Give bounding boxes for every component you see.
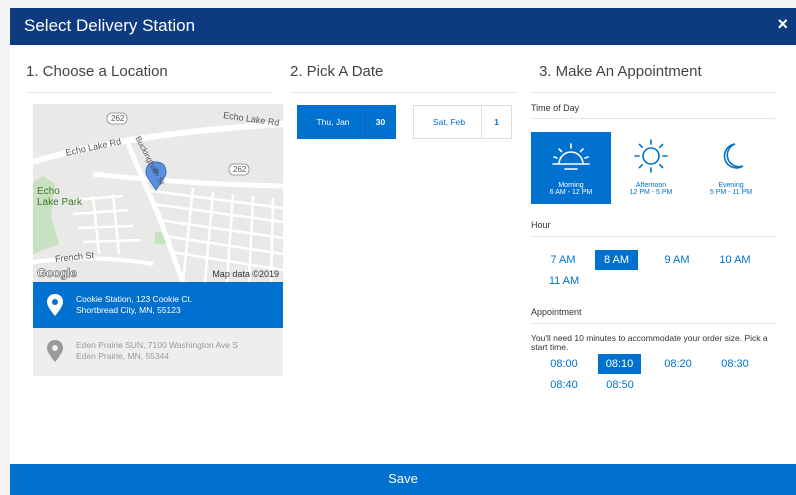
moon-icon: [723, 143, 744, 169]
appointment-note: You'll need 10 minutes to accommodate yo…: [531, 333, 768, 352]
location-address-line1: Eden Prairie SUN, 7100 Washington Ave S: [76, 340, 239, 350]
modal-title: Select Delivery Station: [24, 16, 196, 35]
time-slot-0800[interactable]: 08:00: [545, 354, 583, 374]
time-slot-0850[interactable]: 08:50: [601, 375, 639, 395]
map-credit[interactable]: Map data ©2019: [212, 269, 279, 279]
date-label: Thu, Jan: [316, 117, 350, 127]
hour-divider: [531, 236, 775, 237]
map-pin-icon: [47, 340, 63, 362]
hour-heading: Hour: [531, 220, 551, 230]
location-address-line2: Shortbread City, MN, 55123: [76, 305, 181, 315]
park-label-line2: Lake Park: [37, 197, 83, 208]
hour-option-7am[interactable]: 7 AM: [543, 250, 583, 270]
time-slot-0820[interactable]: 08:20: [659, 354, 697, 374]
hour-option-8am[interactable]: 8 AM: [595, 250, 638, 270]
date-day: 30: [365, 106, 395, 138]
route-262-label: 262: [233, 165, 247, 174]
date-label: Sat, Feb: [432, 117, 466, 127]
date-option-sat-feb-1[interactable]: Sat, Feb 1: [413, 105, 512, 139]
date-day: 1: [481, 106, 511, 138]
date-divider: [290, 92, 516, 93]
pick-date-heading: 2. Pick A Date: [290, 63, 384, 80]
time-of-day-range: 12 PM - 5 PM: [629, 189, 673, 196]
time-of-day-range: 5 PM - 11 PM: [709, 189, 753, 196]
time-of-day-divider: [531, 118, 775, 119]
park-label-line1: Echo: [37, 186, 60, 197]
location-address-line2: Eden Prairie, MN, 55344: [76, 351, 170, 361]
time-of-day-range: 6 AM - 12 PM: [549, 189, 593, 196]
sun-icon: [634, 139, 668, 173]
time-of-day-morning[interactable]: Morning 6 AM - 12 PM: [531, 132, 611, 204]
close-icon[interactable]: ×: [777, 14, 788, 35]
appointment-divider: [531, 323, 775, 324]
time-of-day-afternoon[interactable]: Afternoon 12 PM - 5 PM: [611, 132, 691, 204]
hour-option-11am[interactable]: 11 AM: [543, 271, 585, 291]
route-262-label: 262: [111, 114, 125, 123]
location-address: Cookie Station, 123 Cookie Ct. Shortbrea…: [76, 294, 192, 316]
delivery-station-modal: Select Delivery Station × 1. Choose a Lo…: [10, 8, 796, 495]
location-divider: [26, 92, 272, 93]
google-logo: Google: [37, 266, 77, 281]
location-address-line1: Cookie Station, 123 Cookie Ct.: [76, 294, 193, 304]
hour-option-9am[interactable]: 9 AM: [657, 250, 697, 270]
choose-location-heading: 1. Choose a Location: [26, 63, 168, 80]
appointment-divider: [531, 92, 775, 93]
location-item-eden-prairie[interactable]: Eden Prairie SUN, 7100 Washington Ave S …: [33, 328, 283, 376]
map-pin-icon: [47, 294, 63, 316]
date-option-thu-jan-30[interactable]: Thu, Jan 30: [297, 105, 396, 139]
time-of-day-heading: Time of Day: [531, 103, 580, 113]
location-item-cookie-station[interactable]: Cookie Station, 123 Cookie Ct. Shortbrea…: [33, 282, 283, 328]
hour-option-10am[interactable]: 10 AM: [712, 250, 758, 270]
location-address: Eden Prairie SUN, 7100 Washington Ave S …: [76, 340, 238, 362]
time-of-day-evening[interactable]: Evening 5 PM - 11 PM: [691, 132, 771, 204]
location-map[interactable]: 262 262 Echo Lake Rd Echo Lake Rd Buckin…: [33, 104, 283, 282]
sunrise-icon: [552, 143, 590, 170]
make-appointment-heading: 3. Make An Appointment: [539, 63, 702, 80]
time-slot-0810[interactable]: 08:10: [598, 354, 641, 374]
modal-header: Select Delivery Station ×: [10, 8, 796, 45]
park-label: Echo Lake Park: [37, 186, 82, 208]
appointment-heading: Appointment: [531, 307, 582, 317]
save-button[interactable]: Save: [10, 464, 796, 495]
time-slot-0830[interactable]: 08:30: [716, 354, 754, 374]
time-slot-0840[interactable]: 08:40: [545, 375, 583, 395]
